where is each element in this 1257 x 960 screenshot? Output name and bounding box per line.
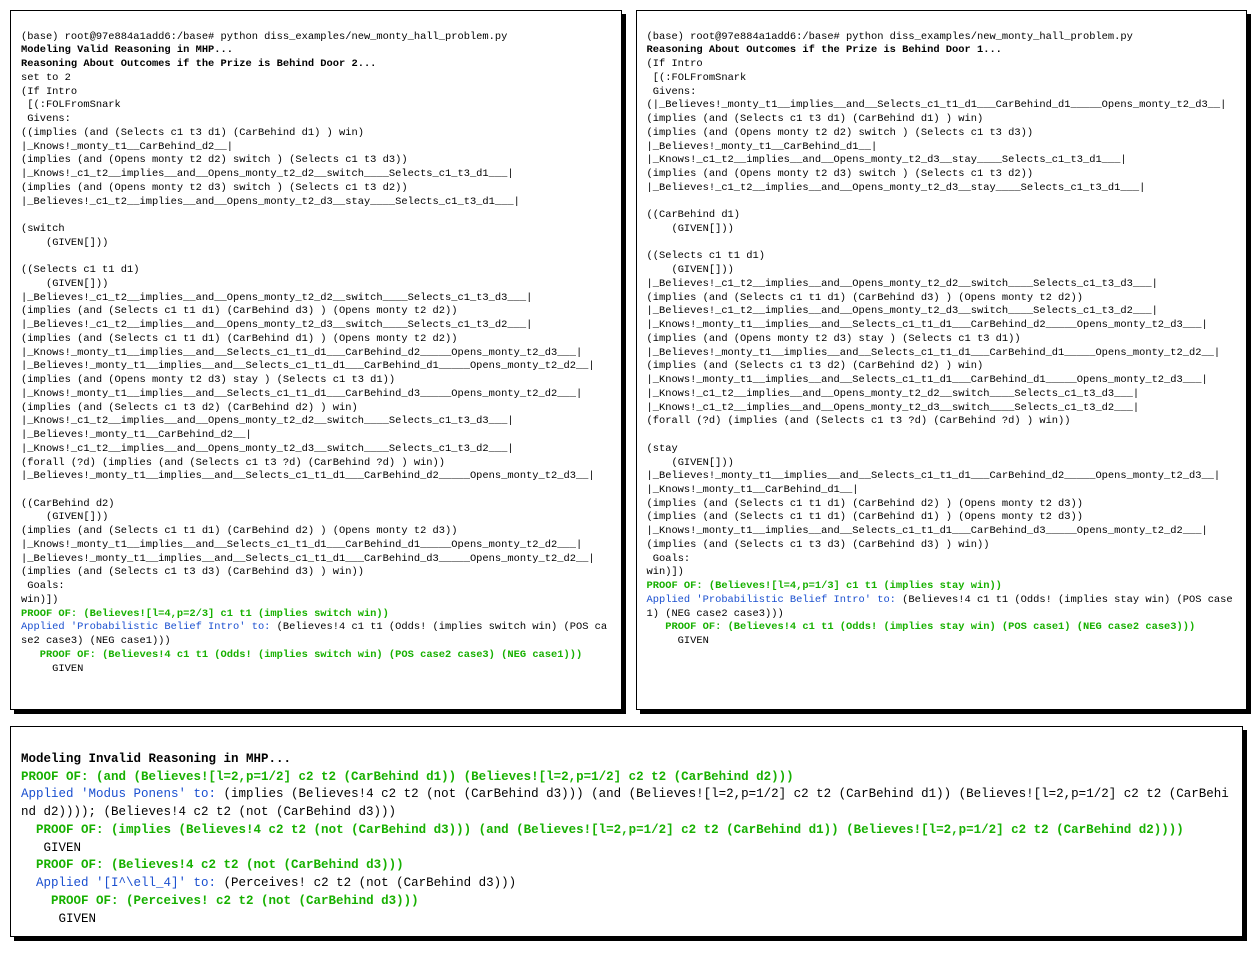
heading-invalid: Modeling Invalid Reasoning in MHP...	[21, 752, 291, 766]
proof-line: PROOF OF: (and (Believes![l=2,p=1/2] c2 …	[21, 770, 794, 784]
proof-line: PROOF OF: (Believes!4 c2 t2 (not (CarBeh…	[21, 858, 404, 872]
applied-keyword: Applied 'Modus Ponens' to:	[21, 787, 216, 801]
heading-door1: Reasoning About Outcomes if the Prize is…	[647, 44, 1002, 56]
right-terminal-panel: (base) root@97e884a1add6:/base# python d…	[636, 10, 1248, 710]
proof-line: PROOF OF: (implies (Believes!4 c2 t2 (no…	[21, 823, 1184, 837]
heading-valid: Modeling Valid Reasoning in MHP...	[21, 44, 233, 56]
left-terminal-panel: (base) root@97e884a1add6:/base# python d…	[10, 10, 622, 710]
proof-line: PROOF OF: (Perceives! c2 t2 (not (CarBeh…	[21, 894, 419, 908]
top-row: (base) root@97e884a1add6:/base# python d…	[10, 10, 1247, 710]
applied-keyword: Applied '[I^\ell_4]' to:	[21, 876, 216, 890]
given-marker: GIVEN	[647, 635, 709, 647]
heading-door2: Reasoning About Outcomes if the Prize is…	[21, 58, 376, 70]
given-marker: GIVEN	[21, 841, 81, 855]
right-body: (If Intro [(:FOLFromSnark Givens: (|_Bel…	[647, 58, 1227, 578]
given-marker: GIVEN	[21, 663, 83, 675]
bottom-terminal-panel: Modeling Invalid Reasoning in MHP... PRO…	[10, 726, 1243, 937]
applied-keyword: Applied 'Probabilistic Belief Intro' to:	[647, 594, 896, 606]
prompt-line: (base) root@97e884a1add6:/base# python d…	[21, 31, 507, 43]
given-marker: GIVEN	[21, 912, 96, 926]
proof-line: PROOF OF: (Believes![l=4,p=2/3] c1 t1 (i…	[21, 608, 389, 620]
proof-line: PROOF OF: (Believes!4 c1 t1 (Odds! (impl…	[21, 649, 582, 661]
proof-line: PROOF OF: (Believes!4 c1 t1 (Odds! (impl…	[647, 621, 1196, 633]
prompt-line: (base) root@97e884a1add6:/base# python d…	[647, 31, 1133, 43]
left-body: set to 2 (If Intro [(:FOLFromSnark Given…	[21, 72, 595, 606]
applied-keyword: Applied 'Probabilistic Belief Intro' to:	[21, 621, 270, 633]
proof-line: PROOF OF: (Believes![l=4,p=1/3] c1 t1 (i…	[647, 580, 1002, 592]
applied-args: (Perceives! c2 t2 (not (CarBehind d3)))	[216, 876, 516, 890]
